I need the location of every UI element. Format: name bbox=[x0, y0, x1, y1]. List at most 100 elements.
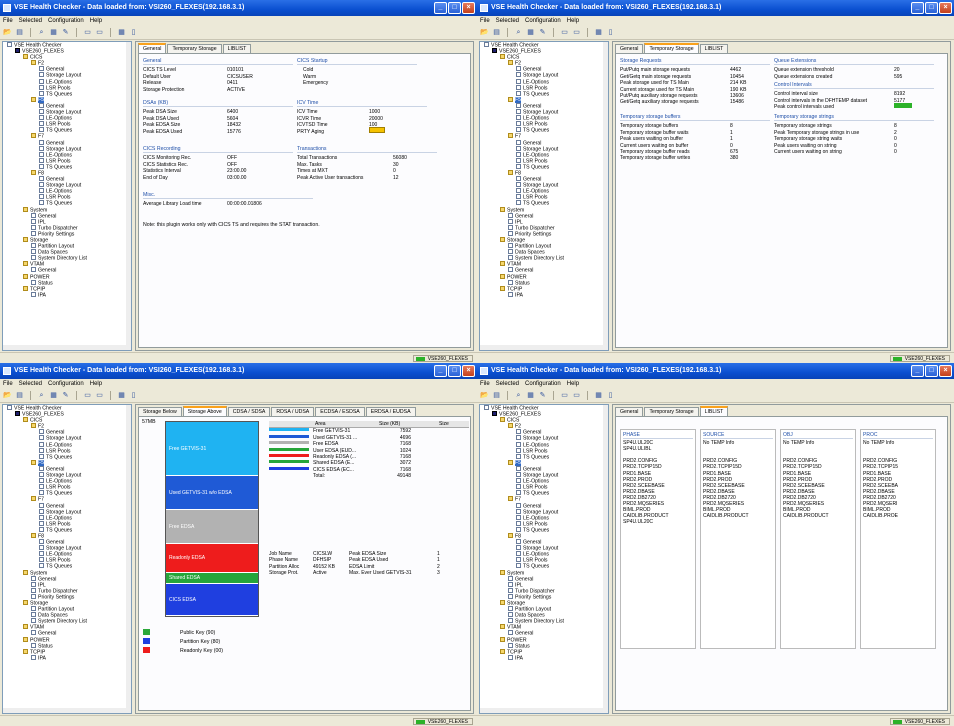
tab[interactable]: LIBLIST bbox=[699, 44, 729, 53]
doc-icon[interactable]: ▯ bbox=[606, 28, 615, 37]
tree-horizontal-scrollbar[interactable] bbox=[480, 345, 608, 350]
storage-block[interactable]: Used GETVIS-31 w/o EDSA bbox=[166, 476, 258, 510]
close-button[interactable]: × bbox=[462, 2, 475, 14]
open-folder-icon[interactable]: 📂 bbox=[3, 28, 12, 37]
menu-item[interactable]: Selected bbox=[496, 16, 519, 26]
menu-item[interactable]: Configuration bbox=[48, 379, 84, 389]
grid-icon[interactable]: ▦ bbox=[594, 28, 603, 37]
tab[interactable]: CDSA / SDSA bbox=[227, 407, 271, 416]
window-icon[interactable]: ▭ bbox=[83, 28, 92, 37]
title-bar[interactable]: VSE Health Checker - Data loaded from: V… bbox=[477, 363, 954, 379]
doc-icon[interactable]: ▯ bbox=[129, 391, 138, 400]
window-icon[interactable]: ▭ bbox=[572, 28, 581, 37]
tree-node[interactable]: IPA bbox=[480, 291, 608, 298]
menu-item[interactable]: Help bbox=[90, 16, 102, 26]
maximize-button[interactable]: □ bbox=[448, 2, 461, 14]
storage-block[interactable]: Free EDSA bbox=[166, 510, 258, 544]
minimize-button[interactable]: _ bbox=[434, 2, 447, 14]
open-folder-icon[interactable]: 📂 bbox=[3, 391, 12, 400]
maximize-button[interactable]: □ bbox=[448, 365, 461, 377]
menu-item[interactable]: Help bbox=[567, 16, 579, 26]
tree-horizontal-scrollbar[interactable] bbox=[3, 708, 131, 713]
table-header-size2[interactable]: Size bbox=[439, 421, 459, 427]
window-icon[interactable]: ▭ bbox=[83, 391, 92, 400]
chart-icon[interactable]: ▦ bbox=[49, 28, 58, 37]
window-icon[interactable]: ▭ bbox=[560, 28, 569, 37]
edit-icon[interactable]: ✎ bbox=[538, 28, 547, 37]
radio-option[interactable]: Emergency bbox=[297, 80, 328, 86]
tab[interactable]: ERDSA / EUDSA bbox=[365, 407, 416, 416]
doc-icon[interactable]: ▯ bbox=[606, 391, 615, 400]
tree-node[interactable]: IPA bbox=[480, 654, 608, 661]
minimize-button[interactable]: _ bbox=[911, 365, 924, 377]
edit-icon[interactable]: ✎ bbox=[61, 28, 70, 37]
tab[interactable]: General bbox=[615, 44, 644, 53]
table-header-size[interactable]: Size (KB) bbox=[379, 421, 439, 427]
menu-item[interactable]: File bbox=[480, 379, 490, 389]
minimize-button[interactable]: _ bbox=[434, 365, 447, 377]
table-header-area[interactable]: Area bbox=[269, 421, 379, 427]
tree-vertical-scrollbar[interactable] bbox=[126, 405, 131, 713]
edit-icon[interactable]: ✎ bbox=[538, 391, 547, 400]
open-folder-icon[interactable]: 📂 bbox=[480, 28, 489, 37]
storage-block[interactable]: Free GETVIS-31 bbox=[166, 422, 258, 476]
window-icon[interactable]: ▭ bbox=[95, 28, 104, 37]
search-icon[interactable]: ⌕ bbox=[514, 28, 523, 37]
tab[interactable]: Storage Below bbox=[138, 407, 182, 416]
tree-view[interactable]: VSE Health Checker VSE260_FLEXES CICS F2 Gen… bbox=[479, 404, 609, 714]
storage-block[interactable]: CICS EDSA bbox=[166, 584, 258, 616]
menu-item[interactable]: Selected bbox=[496, 379, 519, 389]
menu-item[interactable]: Configuration bbox=[48, 16, 84, 26]
tab[interactable]: RDSA / UDSA bbox=[271, 407, 315, 416]
tab[interactable]: ECDSA / ESDSA bbox=[315, 407, 365, 416]
maximize-button[interactable]: □ bbox=[925, 2, 938, 14]
tree-vertical-scrollbar[interactable] bbox=[603, 42, 608, 350]
search-icon[interactable]: ⌕ bbox=[37, 28, 46, 37]
menu-item[interactable]: File bbox=[480, 16, 490, 26]
search-icon[interactable]: ⌕ bbox=[514, 391, 523, 400]
tree-view[interactable]: VSE Health Checker VSE260_FLEXES CICS F2 Gen… bbox=[2, 41, 132, 351]
title-bar[interactable]: VSE Health Checker - Data loaded from: V… bbox=[0, 0, 477, 16]
menu-item[interactable]: Selected bbox=[19, 16, 42, 26]
menu-item[interactable]: Help bbox=[567, 379, 579, 389]
minimize-button[interactable]: _ bbox=[911, 2, 924, 14]
tab[interactable]: Temporary Storage bbox=[644, 43, 699, 53]
menu-item[interactable]: Selected bbox=[19, 379, 42, 389]
tab[interactable]: LIBLIST bbox=[699, 406, 729, 416]
tab[interactable]: General bbox=[615, 407, 644, 416]
window-icon[interactable]: ▭ bbox=[572, 391, 581, 400]
tab[interactable]: Temporary Storage bbox=[167, 44, 222, 53]
menu-item[interactable]: Help bbox=[90, 379, 102, 389]
tree-node[interactable]: IPA bbox=[3, 654, 131, 661]
storage-block[interactable]: Readonly EDSA bbox=[166, 544, 258, 573]
table-row[interactable]: Total: 49148 bbox=[269, 473, 469, 479]
tree-horizontal-scrollbar[interactable] bbox=[3, 345, 131, 350]
title-bar[interactable]: VSE Health Checker - Data loaded from: V… bbox=[477, 0, 954, 16]
tree-view[interactable]: VSE Health Checker VSE260_FLEXES CICS F2 Gen… bbox=[2, 404, 132, 714]
tab[interactable]: General bbox=[138, 43, 167, 53]
close-button[interactable]: × bbox=[939, 365, 952, 377]
maximize-button[interactable]: □ bbox=[925, 365, 938, 377]
tree-horizontal-scrollbar[interactable] bbox=[480, 708, 608, 713]
storage-block[interactable]: Shared EDSA bbox=[166, 573, 258, 584]
window-icon[interactable]: ▭ bbox=[95, 391, 104, 400]
chart-icon[interactable]: ▦ bbox=[526, 28, 535, 37]
chart-icon[interactable]: ▦ bbox=[49, 391, 58, 400]
open-folder-icon[interactable]: 📂 bbox=[480, 391, 489, 400]
window-icon[interactable]: ▭ bbox=[560, 391, 569, 400]
menu-item[interactable]: Configuration bbox=[525, 379, 561, 389]
tree-node[interactable]: IPA bbox=[3, 291, 131, 298]
save-icon[interactable]: ▤ bbox=[15, 28, 24, 37]
grid-icon[interactable]: ▦ bbox=[594, 391, 603, 400]
menu-item[interactable]: File bbox=[3, 16, 13, 26]
save-icon[interactable]: ▤ bbox=[492, 391, 501, 400]
title-bar[interactable]: VSE Health Checker - Data loaded from: V… bbox=[0, 363, 477, 379]
grid-icon[interactable]: ▦ bbox=[117, 28, 126, 37]
doc-icon[interactable]: ▯ bbox=[129, 28, 138, 37]
tree-vertical-scrollbar[interactable] bbox=[603, 405, 608, 713]
save-icon[interactable]: ▤ bbox=[492, 28, 501, 37]
tree-vertical-scrollbar[interactable] bbox=[126, 42, 131, 350]
tab[interactable]: Temporary Storage bbox=[644, 407, 699, 416]
search-icon[interactable]: ⌕ bbox=[37, 391, 46, 400]
save-icon[interactable]: ▤ bbox=[15, 391, 24, 400]
